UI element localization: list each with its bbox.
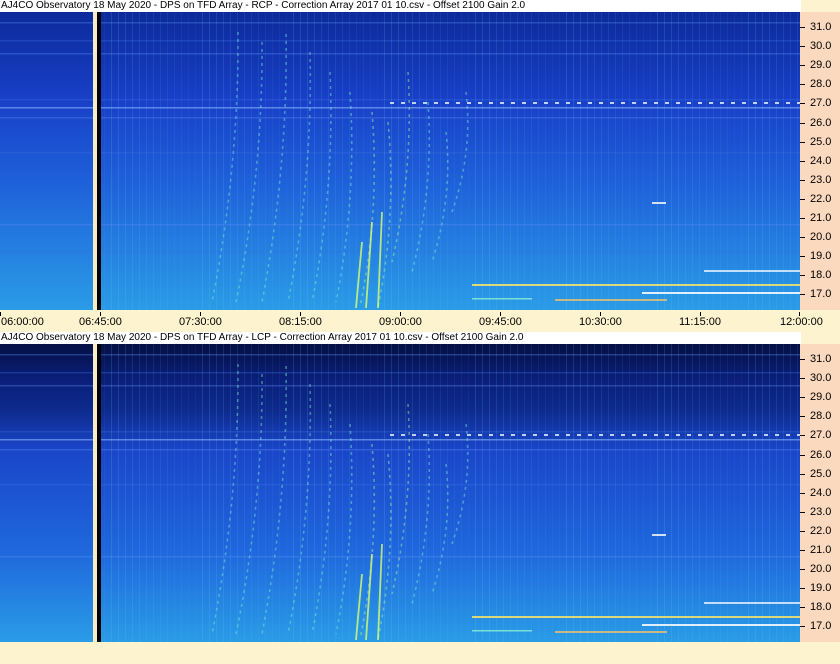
lcp-freq-tick: [800, 530, 805, 532]
rcp-freq-label: 21.0: [810, 212, 832, 224]
lcp-freq-tick: [800, 492, 805, 494]
lcp-freq-label: 28.0: [810, 410, 832, 423]
rcp-freq-tick: [800, 65, 805, 67]
lcp-freq-tick: [800, 378, 805, 380]
lcp-freq-tick: [800, 607, 805, 609]
time-label: 12:00:00: [780, 316, 823, 328]
lcp-freq-label: 25.0: [810, 467, 832, 480]
lcp-freq-label: 24.0: [810, 486, 832, 499]
rcp-freq-tick: [800, 294, 805, 296]
lcp-freq-tick: [800, 473, 805, 475]
rcp-freq-tick: [800, 256, 805, 258]
time-label: 08:15:00: [279, 316, 322, 328]
rcp-freq-tick: [800, 46, 805, 48]
rcp-freq-tick: [800, 198, 805, 200]
lcp-freq-label: 29.0: [810, 391, 832, 404]
time-label: 06:00:00: [1, 316, 44, 328]
lcp-freq-label: 21.0: [810, 544, 832, 556]
lcp-freq-label: 20.0: [810, 563, 832, 576]
lcp-freq-tick: [800, 569, 805, 571]
time-label: 09:45:00: [479, 316, 522, 328]
lcp-freq-label: 30.0: [810, 372, 832, 385]
rcp-freq-tick: [800, 141, 805, 143]
lcp-freq-tick: [800, 454, 805, 456]
rcp-freq-tick: [800, 275, 805, 277]
rcp-freq-tick: [800, 160, 805, 162]
lcp-freq-tick: [800, 435, 805, 437]
rcp-freq-tick: [800, 103, 805, 105]
lcp-freq-tick: [800, 511, 805, 513]
lcp-spectrogram[interactable]: [0, 344, 800, 642]
rcp-freq-label: 26.0: [810, 116, 832, 129]
lcp-freq-label: 31.0: [810, 353, 832, 365]
rcp-spectrogram-image: [0, 12, 800, 310]
lcp-freq-tick: [800, 626, 805, 628]
time-label: 10:30:00: [579, 316, 622, 328]
lcp-frequency-axis: 31.0 30.0 29.0 28.0 27.0 26.0 25.0 24.0 23.0 22.0…: [800, 344, 840, 642]
lcp-freq-tick: [800, 550, 805, 551]
lcp-spectrogram-image: [0, 344, 800, 642]
time-label: 06:45:00: [79, 316, 122, 328]
lcp-freq-tick: [800, 588, 805, 590]
rcp-freq-tick: [800, 237, 805, 239]
rcp-freq-label: 27.0: [810, 97, 832, 110]
rcp-freq-tick: [800, 218, 805, 219]
lcp-panel: AJ4CO Observatory 18 May 2020 - DPS on T…: [0, 332, 840, 644]
rcp-panel-title: AJ4CO Observatory 18 May 2020 - DPS on T…: [0, 0, 801, 12]
time-label: 09:00:00: [379, 316, 422, 328]
lcp-freq-label: 26.0: [810, 448, 832, 461]
lcp-panel-title: AJ4CO Observatory 18 May 2020 - DPS on T…: [0, 332, 801, 344]
rcp-freq-tick: [800, 179, 805, 181]
rcp-freq-label: 30.0: [810, 40, 832, 53]
lcp-freq-label: 18.0: [810, 601, 832, 614]
rcp-panel: AJ4CO Observatory 18 May 2020 - DPS on T…: [0, 0, 840, 314]
rcp-freq-label: 22.0: [810, 192, 832, 205]
lcp-freq-label: 17.0: [810, 620, 832, 633]
lcp-freq-tick: [800, 416, 805, 418]
time-label: 11:15:00: [679, 316, 722, 328]
lcp-freq-tick: [800, 397, 805, 399]
rcp-freq-label: 20.0: [810, 231, 832, 244]
lcp-freq-label: 23.0: [810, 505, 832, 518]
rcp-freq-label: 28.0: [810, 78, 832, 91]
rcp-freq-tick: [800, 27, 805, 28]
rcp-freq-label: 18.0: [810, 269, 832, 282]
rcp-freq-label: 17.0: [810, 288, 832, 301]
rcp-freq-label: 23.0: [810, 173, 832, 186]
time-label: 07:30:00: [179, 316, 222, 328]
rcp-spectrogram[interactable]: [0, 12, 800, 310]
lcp-freq-label: 22.0: [810, 524, 832, 537]
lcp-freq-tick: [800, 359, 805, 360]
rcp-freq-label: 19.0: [810, 250, 832, 263]
rcp-freq-label: 31.0: [810, 21, 832, 33]
lcp-freq-label: 19.0: [810, 582, 832, 595]
rcp-freq-label: 25.0: [810, 135, 832, 148]
rcp-frequency-axis: 31.0 30.0 29.0 28.0 27.0 26.0 25.0 24.0 23.0 22.0…: [800, 12, 840, 310]
rcp-freq-tick: [800, 122, 805, 124]
rcp-freq-tick: [800, 84, 805, 86]
bottom-strip: [0, 644, 840, 664]
rcp-freq-label: 24.0: [810, 154, 832, 167]
lcp-freq-label: 27.0: [810, 429, 832, 442]
time-axis: 06:00:00 06:45:00 07:30:00 08:15:00 09:00:00…: [0, 312, 840, 332]
rcp-freq-label: 29.0: [810, 59, 832, 72]
